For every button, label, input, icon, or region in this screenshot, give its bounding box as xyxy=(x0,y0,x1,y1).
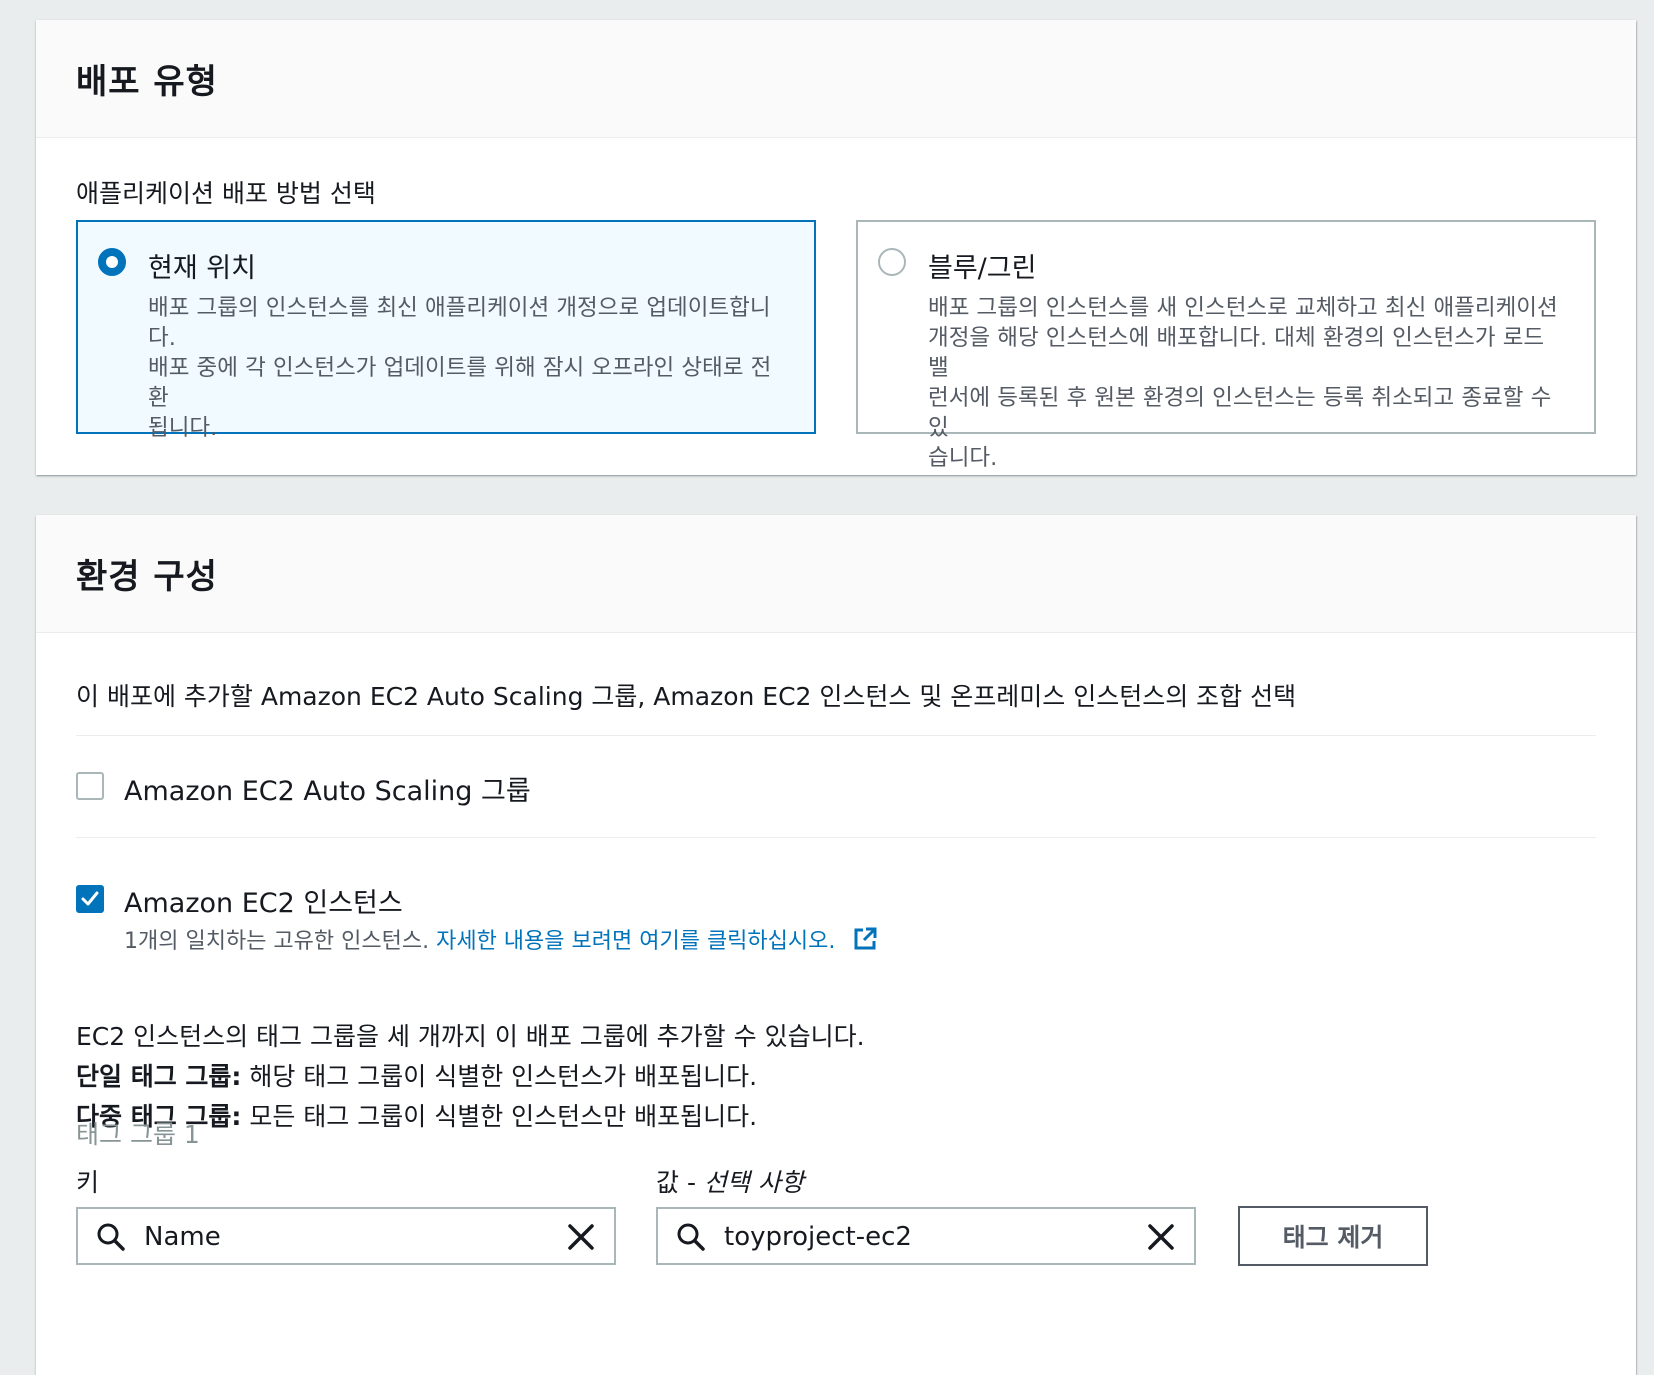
deployment-type-title: 배포 유형 xyxy=(76,62,218,102)
close-icon[interactable] xyxy=(566,1222,596,1252)
environment-title: 환경 구성 xyxy=(76,557,218,597)
key-search-input[interactable]: Name xyxy=(76,1207,616,1265)
desc-line: 됩니다. xyxy=(148,415,218,441)
key-label: 키 xyxy=(76,1168,100,1197)
search-icon xyxy=(97,1223,125,1251)
desc-line: 개정을 해당 인스턴스에 배포합니다. 대체 환경의 인스턴스가 로드 밸 xyxy=(928,325,1545,381)
option-blue-green[interactable]: 블루/그린 배포 그룹의 인스턴스를 새 인스턴스로 교체하고 최신 애플리케이… xyxy=(856,220,1596,471)
info-line-1: EC2 인스턴스의 태그 그룹을 세 개까지 이 배포 그룹에 추가할 수 있습… xyxy=(76,1022,865,1051)
ec2-checkbox[interactable] xyxy=(76,885,104,913)
close-icon[interactable] xyxy=(1146,1222,1176,1252)
deployment-type-header: 배포 유형 xyxy=(36,20,1636,138)
option-in-place[interactable]: 현재 위치 배포 그룹의 인스턴스를 최신 애플리케이션 개정으로 업데이트합니… xyxy=(76,220,816,441)
ec2-match-line: 1개의 일치하는 고유한 인스턴스. 자세한 내용을 보려면 여기를 클릭하십시… xyxy=(124,923,878,955)
radio-unselected-icon[interactable] xyxy=(878,248,906,276)
option-blue-green-description: 배포 그룹의 인스턴스를 새 인스턴스로 교체하고 최신 애플리케이션 개정을 … xyxy=(928,293,1570,473)
option-in-place-description: 배포 그룹의 인스턴스를 최신 애플리케이션 개정으로 업데이트합니다. 배포 … xyxy=(148,293,790,443)
environment-panel: 환경 구성 이 배포에 추가할 Amazon EC2 Auto Scaling … xyxy=(36,515,1636,1375)
environment-header: 환경 구성 xyxy=(36,515,1636,633)
deployment-type-panel: 배포 유형 애플리케이션 배포 방법 선택 현재 위치 배포 그룹의 인스턴스를… xyxy=(36,20,1636,475)
multi-tag-text: 모든 태그 그룹이 식별한 인스턴스만 배포됩니다. xyxy=(241,1102,758,1131)
value-value[interactable]: toyproject-ec2 xyxy=(724,1222,912,1252)
option-in-place-title: 현재 위치 xyxy=(148,253,256,284)
desc-line: 배포 중에 각 인스턴스가 업데이트를 위해 잠시 오프라인 상태로 전환 xyxy=(148,355,772,411)
value-label-main: 값 - xyxy=(656,1168,704,1197)
ec2-details-link[interactable]: 자세한 내용을 보려면 여기를 클릭하십시오. xyxy=(436,929,835,954)
environment-description: 이 배포에 추가할 Amazon EC2 Auto Scaling 그룹, Am… xyxy=(76,682,1297,711)
value-label-optional: 선택 사항 xyxy=(703,1168,804,1197)
desc-line: 습니다. xyxy=(928,445,998,471)
external-link-icon[interactable] xyxy=(852,926,878,952)
single-tag-bold: 단일 태그 그룹: xyxy=(76,1062,242,1091)
value-label: 값 - 선택 사항 xyxy=(656,1163,804,1199)
asg-label: Amazon EC2 Auto Scaling 그룹 xyxy=(124,776,531,807)
remove-tag-button[interactable]: 태그 제거 xyxy=(1238,1206,1428,1266)
info-line-single: 단일 태그 그룹: 해당 태그 그룹이 식별한 인스턴스가 배포됩니다. xyxy=(76,1057,865,1097)
single-tag-text: 해당 태그 그룹이 식별한 인스턴스가 배포됩니다. xyxy=(241,1062,758,1091)
desc-line: 런서에 등록된 후 원본 환경의 인스턴스는 등록 취소되고 종료할 수 있 xyxy=(928,385,1552,441)
tag-group-title: 태그 그룹 1 xyxy=(76,1120,200,1149)
deployment-method-label: 애플리케이션 배포 방법 선택 xyxy=(76,179,376,208)
ec2-match-text: 1개의 일치하는 고유한 인스턴스. xyxy=(124,929,430,954)
desc-line: 배포 그룹의 인스턴스를 새 인스턴스로 교체하고 최신 애플리케이션 xyxy=(928,295,1558,321)
divider xyxy=(76,837,1596,838)
search-icon xyxy=(677,1223,705,1251)
key-value[interactable]: Name xyxy=(144,1222,221,1252)
value-search-input[interactable]: toyproject-ec2 xyxy=(656,1207,1196,1265)
asg-checkbox[interactable] xyxy=(76,772,104,800)
divider xyxy=(76,735,1596,736)
radio-selected-icon[interactable] xyxy=(98,248,126,276)
check-icon xyxy=(81,891,99,906)
desc-line: 배포 그룹의 인스턴스를 최신 애플리케이션 개정으로 업데이트합니다. xyxy=(148,295,771,351)
ec2-label: Amazon EC2 인스턴스 xyxy=(124,888,403,919)
option-blue-green-title: 블루/그린 xyxy=(928,253,1037,284)
